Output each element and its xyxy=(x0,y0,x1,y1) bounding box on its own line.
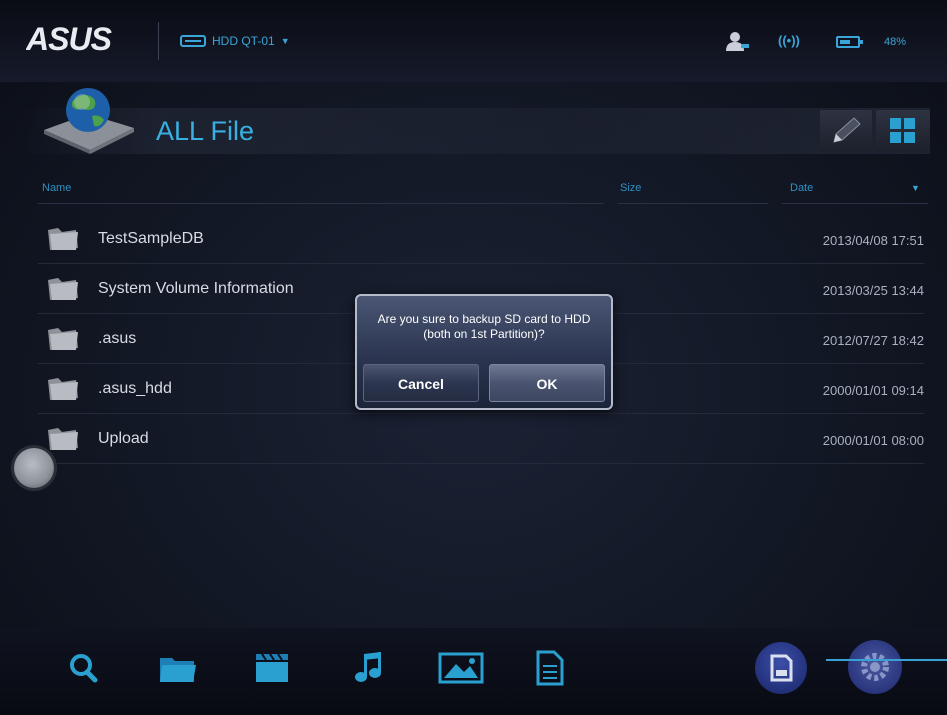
brand-text: ASUS xyxy=(26,22,113,56)
device-name: HDD QT-01 xyxy=(212,34,275,48)
file-name: Upload xyxy=(98,430,149,447)
chevron-down-icon: ▼ xyxy=(280,36,290,46)
video-icon[interactable] xyxy=(252,650,292,686)
file-date: 2000/01/01 08:00 xyxy=(822,433,924,448)
file-row[interactable]: Upload 2000/01/01 08:00 xyxy=(34,414,924,464)
page-title: ALL File xyxy=(156,116,255,146)
image-icon[interactable] xyxy=(438,650,484,686)
file-name: System Volume Information xyxy=(98,280,294,297)
document-icon[interactable] xyxy=(530,650,570,686)
row-separator xyxy=(38,463,924,464)
gear-icon xyxy=(861,653,889,681)
divider xyxy=(158,22,159,60)
pencil-icon xyxy=(833,117,861,143)
sd-card-icon xyxy=(770,654,793,682)
column-divider xyxy=(618,203,768,204)
bottom-nav xyxy=(0,628,947,715)
globe-icon xyxy=(44,88,134,154)
sort-down-icon[interactable]: ▼ xyxy=(911,183,920,193)
floating-handle[interactable] xyxy=(14,448,54,488)
column-size-header[interactable]: Size xyxy=(620,182,641,194)
grid-view-button[interactable] xyxy=(876,110,930,152)
user-icon[interactable] xyxy=(724,30,750,52)
wifi-icon: ((•)) xyxy=(778,33,800,48)
grid-icon xyxy=(890,118,915,143)
header: ALL File xyxy=(0,82,947,172)
device-selector[interactable]: HDD QT-01 ▼ xyxy=(180,30,290,52)
file-date: 2013/03/25 13:44 xyxy=(822,283,924,298)
folder-icon[interactable] xyxy=(158,650,198,686)
search-icon[interactable] xyxy=(64,650,104,686)
dialog-message: Are you sure to backup SD card to HDD (b… xyxy=(377,312,591,341)
file-name: TestSampleDB xyxy=(98,230,204,247)
column-divider xyxy=(782,203,928,204)
settings-button[interactable] xyxy=(848,640,902,694)
app-screen: ASUS HDD QT-01 ▼ ((•)) 48% ALL File Name… xyxy=(0,0,947,715)
edit-button[interactable] xyxy=(820,110,872,152)
ok-button[interactable]: OK xyxy=(489,364,605,402)
file-name: .asus xyxy=(98,330,137,347)
folder-icon xyxy=(48,328,78,350)
hdd-icon xyxy=(180,35,206,47)
folder-icon xyxy=(48,428,78,450)
folder-icon xyxy=(48,378,78,400)
callout-line xyxy=(826,659,947,661)
folder-icon xyxy=(48,278,78,300)
file-row[interactable]: TestSampleDB 2013/04/08 17:51 xyxy=(34,214,924,264)
column-date-header[interactable]: Date xyxy=(790,182,813,194)
folder-icon xyxy=(48,228,78,250)
file-date: 2012/07/27 18:42 xyxy=(822,333,924,348)
confirm-backup-dialog: Are you sure to backup SD card to HDD (b… xyxy=(355,294,613,410)
music-icon[interactable] xyxy=(350,650,390,686)
file-name: .asus_hdd xyxy=(98,380,172,397)
asus-logo: ASUS xyxy=(26,22,114,56)
battery-icon xyxy=(836,36,863,48)
cancel-button[interactable]: Cancel xyxy=(363,364,479,402)
file-date: 2000/01/01 09:14 xyxy=(822,383,924,398)
column-name-header[interactable]: Name xyxy=(42,182,71,194)
sd-backup-button[interactable] xyxy=(755,642,807,694)
column-divider xyxy=(38,203,604,204)
top-bar: ASUS HDD QT-01 ▼ ((•)) 48% xyxy=(0,0,947,82)
battery-percent: 48% xyxy=(884,36,907,48)
file-date: 2013/04/08 17:51 xyxy=(822,233,924,248)
